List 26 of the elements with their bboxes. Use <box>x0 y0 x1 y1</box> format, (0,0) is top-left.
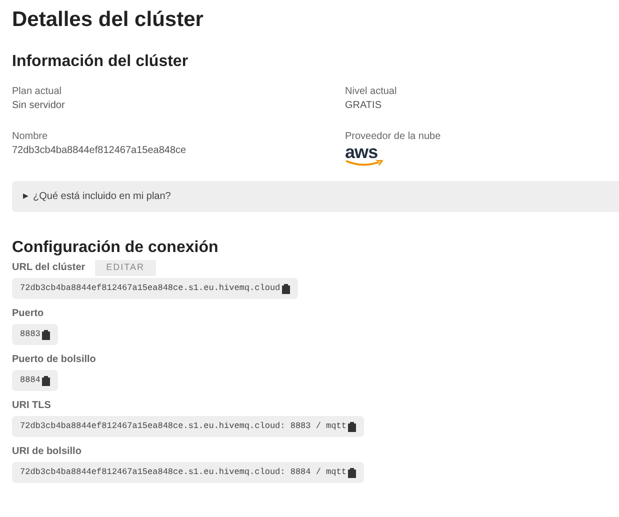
copy-field[interactable]: 72db3cb4ba8844ef812467a15ea848ce.s1.eu.hivemq.cloud <box>12 278 298 299</box>
clipboard-icon[interactable] <box>348 422 356 432</box>
field-label: Nivel actual <box>345 85 398 99</box>
clipboard-icon[interactable] <box>282 284 290 294</box>
field-label: Proveedor de la nube <box>345 130 442 144</box>
clipboard-icon[interactable] <box>42 376 50 386</box>
cloud-provider-logo: aws <box>345 144 385 167</box>
copy-field[interactable]: 72db3cb4ba8844ef812467a15ea848ce.s1.eu.hivemq.cloud: 8883 / mqtt <box>12 416 364 437</box>
field-label: URI de bolsillo <box>12 445 82 459</box>
copy-field[interactable]: 72db3cb4ba8844ef812467a15ea848ce.s1.eu.hivemq.cloud: 8884 / mqtt <box>12 462 364 483</box>
field-value: GRATIS <box>345 99 382 113</box>
field-label: Plan actual <box>12 85 62 99</box>
section-heading: Información del clúster <box>12 52 190 72</box>
field-label: URL del clúster <box>12 261 86 275</box>
section-heading: Configuración de conexión <box>12 238 220 258</box>
copy-field[interactable]: 8884 <box>12 370 58 391</box>
field-value: 72db3cb4ba8844ef812467a15ea848ce <box>12 144 188 158</box>
field-value: Sin servidor <box>12 99 66 113</box>
page-title: Detalles del clúster <box>12 7 204 33</box>
field-label: Nombre <box>12 130 49 144</box>
clipboard-icon[interactable] <box>42 330 50 340</box>
field-label: Puerto <box>12 307 44 321</box>
field-label: URI TLS <box>12 399 51 413</box>
field-label: Puerto de bolsillo <box>12 353 96 367</box>
clipboard-icon[interactable] <box>348 468 356 478</box>
copy-field[interactable]: 8883 <box>12 324 58 345</box>
